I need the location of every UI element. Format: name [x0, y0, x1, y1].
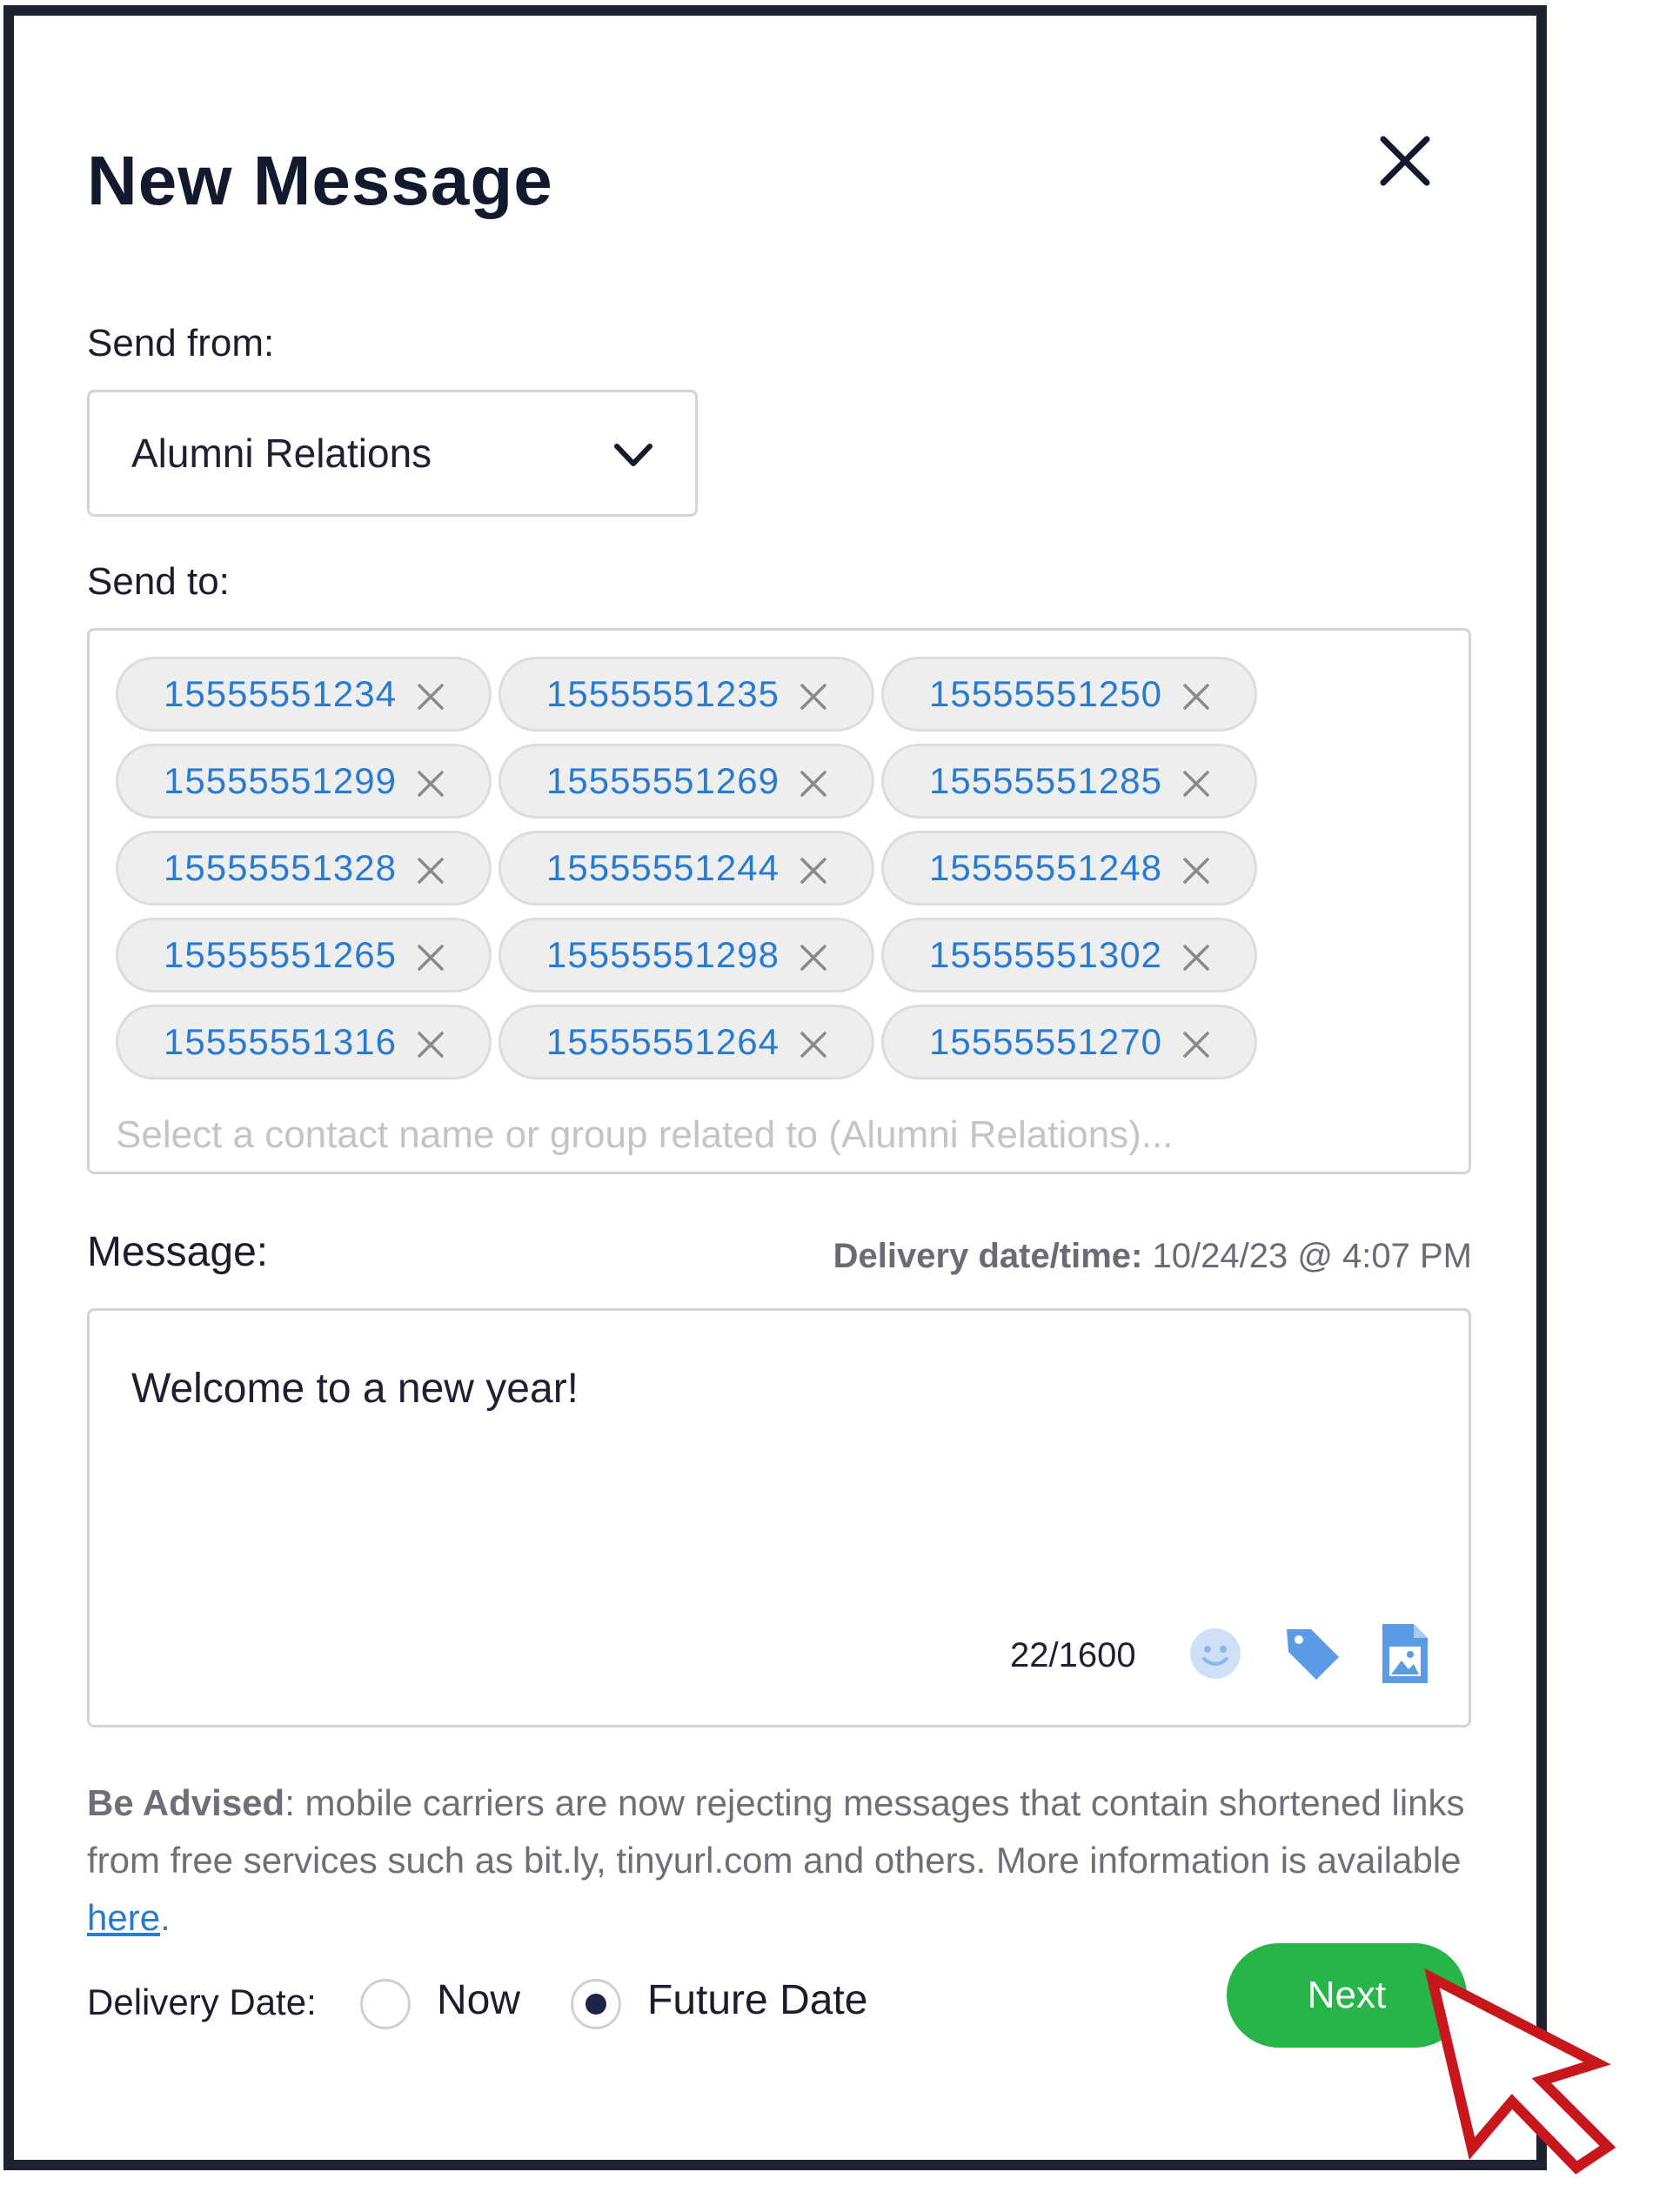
radio-now[interactable] [360, 1979, 411, 2029]
recipient-chip[interactable]: 15555551299 [116, 744, 492, 819]
recipient-number: 15555551269 [546, 760, 779, 801]
tag-icon[interactable] [1281, 1622, 1344, 1685]
send-to-label: Send to: [87, 560, 230, 603]
recipient-chip[interactable]: 15555551298 [498, 918, 874, 992]
recipient-number: 15555551235 [546, 673, 779, 714]
remove-recipient-icon[interactable] [416, 682, 445, 712]
recipients-box[interactable]: 15555551234 15555551235 15555551250 1555555… [87, 628, 1471, 1174]
remove-recipient-icon[interactable] [799, 856, 828, 885]
recipient-number: 15555551328 [164, 847, 397, 888]
chevron-down-icon [614, 444, 652, 466]
send-from-value: Alumni Relations [131, 431, 432, 476]
recipient-number: 15555551264 [546, 1021, 779, 1062]
recipient-chip[interactable]: 15555551285 [881, 744, 1257, 819]
message-textarea[interactable]: Welcome to a new year! 22/1600 [87, 1308, 1471, 1727]
recipient-chip[interactable]: 15555551264 [498, 1005, 874, 1079]
send-from-select[interactable]: Alumni Relations [87, 390, 698, 517]
recipient-number: 15555551270 [929, 1021, 1162, 1062]
recipient-chip[interactable]: 15555551269 [498, 744, 874, 819]
contact-search-input[interactable] [116, 1109, 1421, 1161]
message-text: Welcome to a new year! [131, 1366, 579, 1412]
dialog-title: New Message [87, 142, 553, 219]
recipient-chip[interactable]: 15555551235 [498, 657, 874, 732]
cursor-arrow-icon [1424, 1968, 1616, 2175]
remove-recipient-icon[interactable] [1181, 682, 1211, 712]
image-file-icon[interactable] [1381, 1622, 1429, 1685]
recipient-chip[interactable]: 15555551270 [881, 1005, 1257, 1079]
remove-recipient-icon[interactable] [799, 1030, 828, 1059]
recipient-number: 15555551248 [929, 847, 1162, 888]
remove-recipient-icon[interactable] [1181, 856, 1211, 885]
recipient-number: 15555551250 [929, 673, 1162, 714]
remove-recipient-icon[interactable] [799, 769, 828, 799]
recipient-chip[interactable]: 15555551250 [881, 657, 1257, 732]
remove-recipient-icon[interactable] [416, 856, 445, 885]
remove-recipient-icon[interactable] [1181, 1030, 1211, 1059]
recipient-chip[interactable]: 15555551248 [881, 831, 1257, 906]
radio-now-label[interactable]: Now [437, 1976, 520, 2024]
advisory-link[interactable]: here [87, 1897, 160, 1938]
recipient-number: 15555551244 [546, 847, 779, 888]
delivery-date-label: Delivery Date: [87, 1981, 317, 2022]
remove-recipient-icon[interactable] [1181, 769, 1211, 799]
close-icon [1380, 136, 1430, 186]
recipient-chip[interactable]: 15555551328 [116, 831, 492, 906]
recipient-chip[interactable]: 15555551234 [116, 657, 492, 732]
recipient-chip[interactable]: 15555551316 [116, 1005, 492, 1079]
delivery-datetime-label: Delivery date/time: [833, 1237, 1143, 1275]
remove-recipient-icon[interactable] [416, 1030, 445, 1059]
character-counter: 22/1600 [1010, 1636, 1136, 1674]
advisory-end: . [160, 1897, 171, 1938]
recipient-number: 15555551302 [929, 934, 1162, 975]
close-button[interactable] [1375, 130, 1435, 191]
recipient-chip[interactable]: 15555551302 [881, 918, 1257, 992]
recipient-number: 15555551265 [164, 934, 397, 975]
recipient-number: 15555551298 [546, 934, 779, 975]
remove-recipient-icon[interactable] [799, 682, 828, 712]
recipient-number: 15555551299 [164, 760, 397, 801]
remove-recipient-icon[interactable] [416, 769, 445, 799]
delivery-datetime-value: 10/24/23 @ 4:07 PM [1152, 1237, 1473, 1275]
advisory-text: : mobile carriers are now rejecting mess… [87, 1782, 1465, 1881]
delivery-datetime: Delivery date/time: 10/24/23 @ 4:07 PM [818, 1237, 1472, 1276]
send-from-label: Send from: [87, 322, 275, 364]
recipient-number: 15555551285 [929, 760, 1162, 801]
emoji-icon[interactable] [1188, 1626, 1243, 1681]
radio-selected-dot [585, 1994, 606, 2015]
radio-future-date[interactable] [571, 1979, 621, 2029]
recipient-number: 15555551316 [164, 1021, 397, 1062]
recipient-chip[interactable]: 15555551265 [116, 918, 492, 992]
remove-recipient-icon[interactable] [1181, 943, 1211, 972]
advisory-notice: Be Advised: mobile carriers are now reje… [87, 1774, 1479, 1947]
remove-recipient-icon[interactable] [416, 943, 445, 972]
advisory-heading: Be Advised [87, 1782, 285, 1823]
recipient-number: 15555551234 [164, 673, 397, 714]
remove-recipient-icon[interactable] [799, 943, 828, 972]
recipient-chip[interactable]: 15555551244 [498, 831, 874, 906]
radio-future-date-label[interactable]: Future Date [647, 1976, 867, 2024]
message-label: Message: [87, 1229, 269, 1275]
